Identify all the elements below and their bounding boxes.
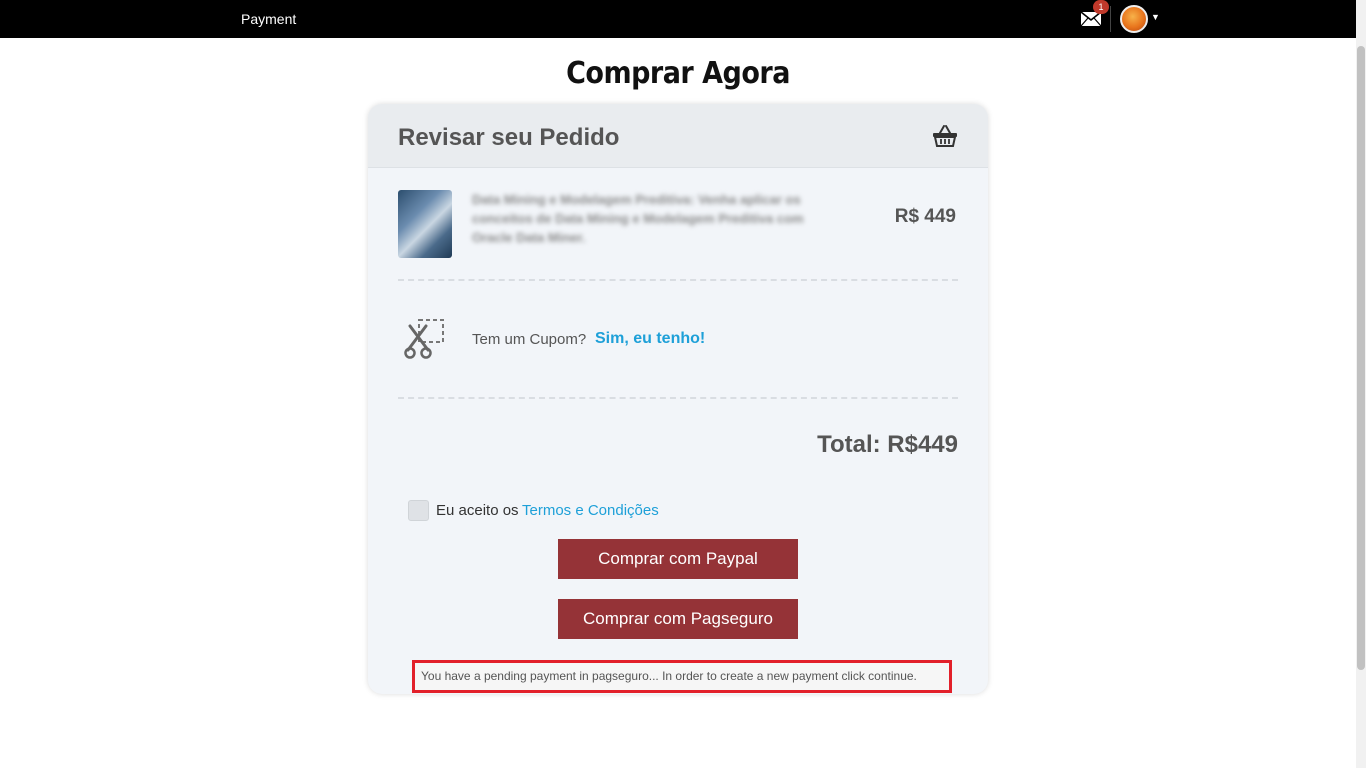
product-thumbnail — [398, 190, 452, 258]
pending-payment-notice: You have a pending payment in pagseguro.… — [412, 660, 952, 693]
order-total: Total: R$449 — [817, 431, 958, 458]
terms-checkbox[interactable] — [408, 500, 429, 521]
coupon-link[interactable]: Sim, eu tenho! — [595, 330, 705, 348]
user-avatar[interactable] — [1120, 5, 1148, 33]
terms-label: Eu aceito os — [436, 502, 519, 519]
navbar-divider — [1110, 6, 1111, 32]
divider — [398, 397, 958, 399]
divider — [398, 279, 958, 281]
scissors-coupon-icon — [404, 319, 444, 359]
page-title: Comprar Agora — [566, 56, 790, 91]
terms-link[interactable]: Termos e Condições — [522, 502, 659, 519]
buy-pagseguro-button[interactable]: Comprar com Pagseguro — [558, 599, 798, 639]
app-title: Payment — [241, 11, 297, 27]
product-description: Data Mining e Modelagem Preditiva: Venha… — [472, 192, 804, 245]
buy-paypal-button[interactable]: Comprar com Paypal — [558, 539, 798, 579]
mail-badge: 1 — [1093, 0, 1109, 14]
top-navbar: Payment 1 ▼ — [0, 0, 1356, 38]
caret-down-icon[interactable]: ▼ — [1151, 12, 1160, 22]
vertical-scrollbar[interactable] — [1356, 0, 1366, 768]
order-card: Revisar seu Pedido Data Mining e Modelag… — [368, 104, 988, 694]
order-card-title: Revisar seu Pedido — [398, 124, 620, 151]
order-card-header: Revisar seu Pedido — [368, 104, 988, 168]
product-price: R$ 449 — [894, 206, 956, 227]
scrollbar-thumb[interactable] — [1357, 46, 1365, 670]
basket-icon — [933, 125, 957, 147]
coupon-question: Tem um Cupom? — [472, 331, 587, 348]
